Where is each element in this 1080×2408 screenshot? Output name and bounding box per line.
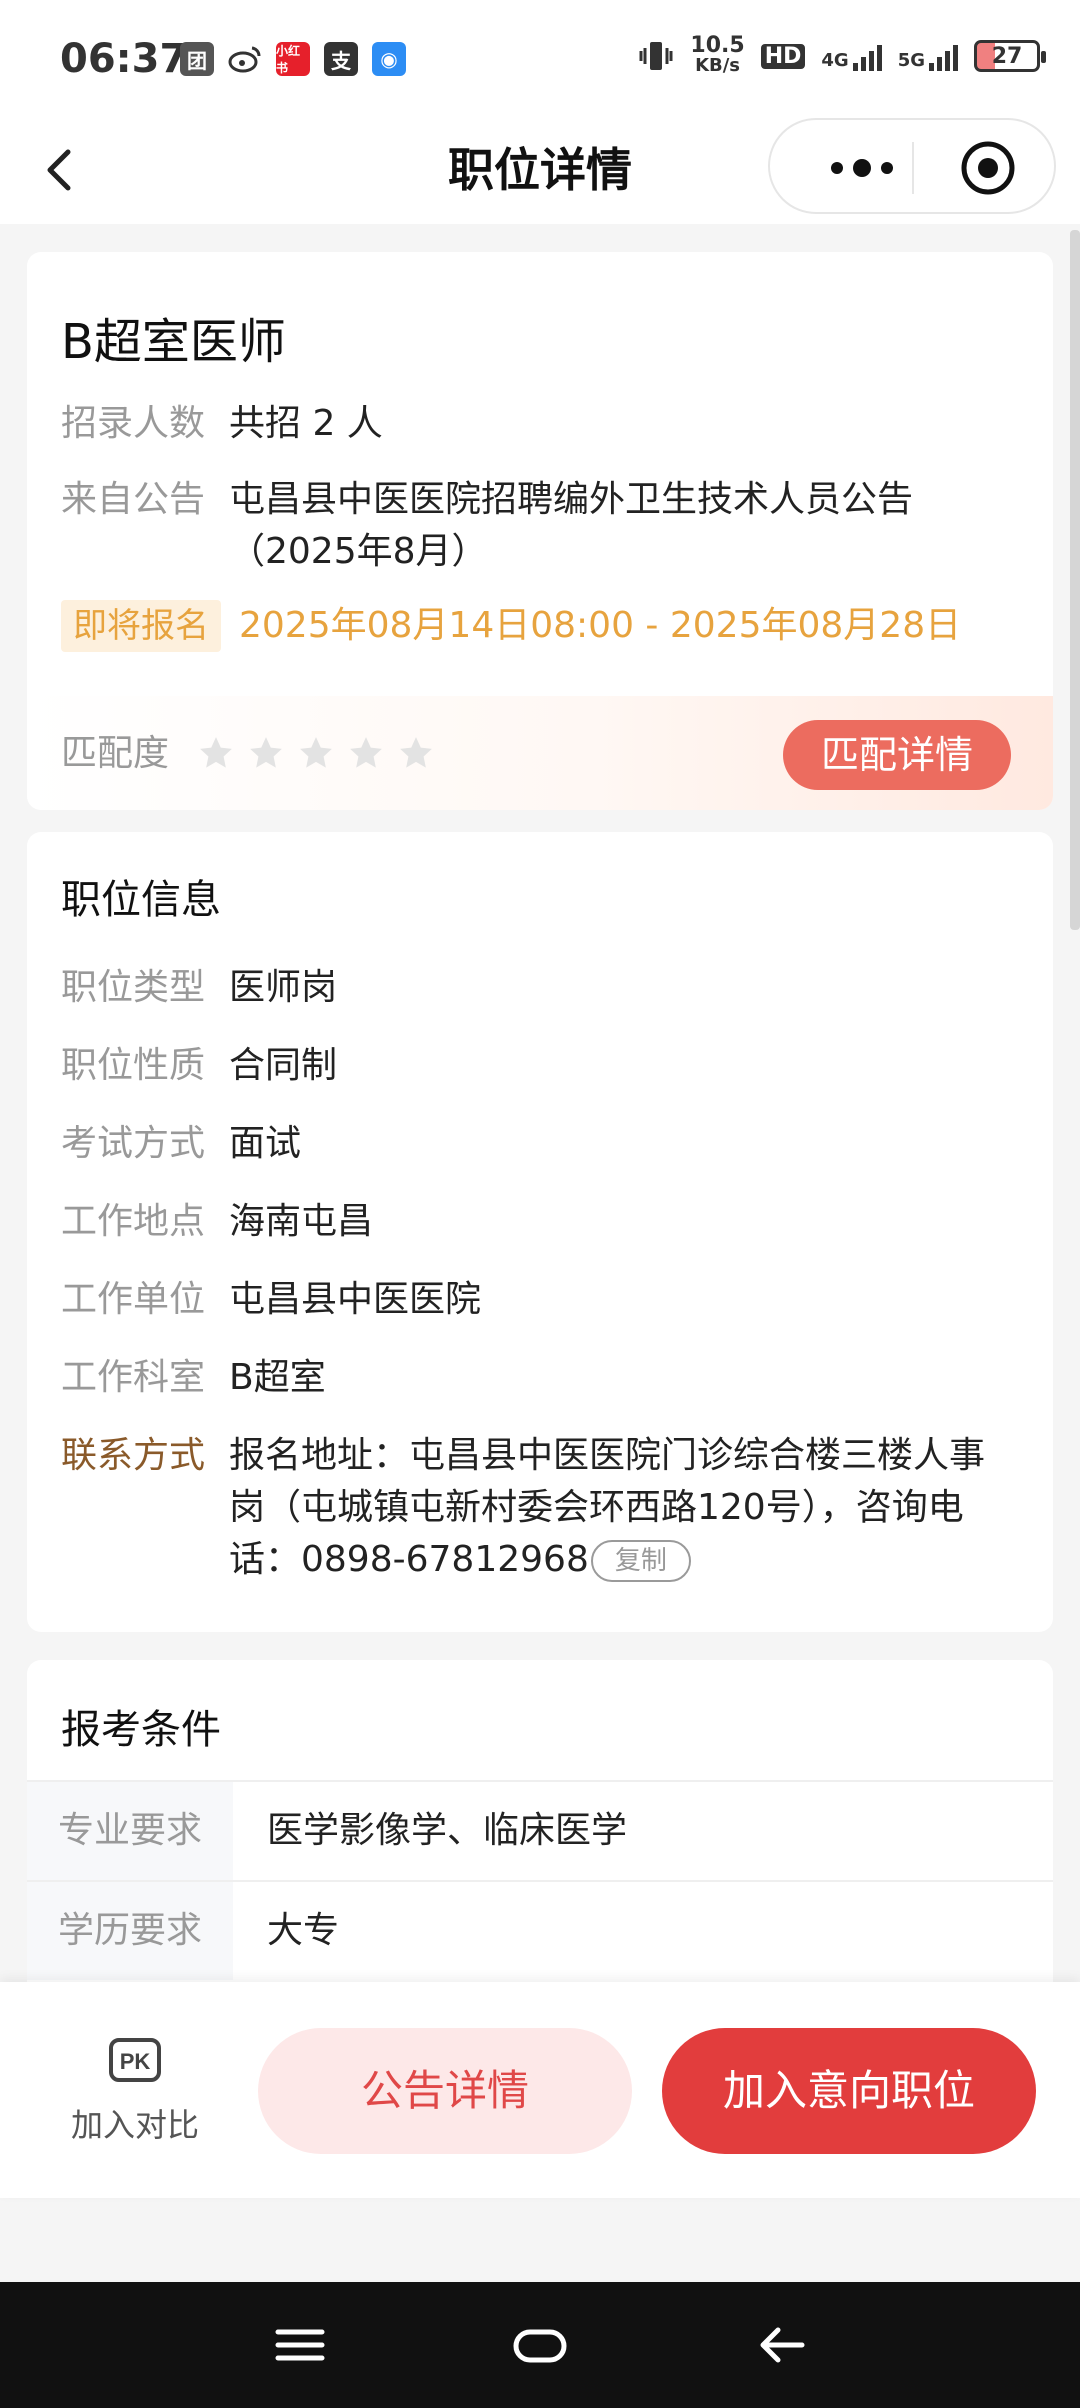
hd-indicator: HD	[760, 43, 806, 69]
table-row: 专业要求 医学影像学、临床医学	[27, 1780, 1053, 1880]
info-row-label: 工作单位	[61, 1279, 206, 1320]
add-compare-button[interactable]: PK 加入对比	[40, 2032, 230, 2152]
star-icon	[400, 737, 432, 768]
close-miniprogram-icon[interactable]	[960, 140, 1016, 196]
xiaohongshu-icon: 小红书	[276, 42, 310, 76]
alipay-icon: 支	[324, 42, 358, 76]
recruit-count-value: 共招 2 人	[229, 403, 383, 444]
job-summary-card: B超室医师 招录人数 共招 2 人 来自公告 屯昌县中医医院招聘编外卫生技术人员…	[27, 252, 1053, 810]
star-icon	[200, 737, 232, 768]
home-icon[interactable]	[510, 2318, 570, 2372]
location-app-icon: ◉	[372, 42, 406, 76]
info-row-value: 海南屯昌	[229, 1201, 374, 1242]
battery-indicator: 27	[974, 40, 1046, 72]
add-intent-position-button[interactable]: 加入意向职位	[662, 2028, 1036, 2154]
requirement-value: 医学影像学、临床医学	[267, 1810, 628, 1851]
sim1-signal: 4G	[821, 41, 882, 71]
svg-text:PK: PK	[120, 2049, 151, 2074]
status-time: 06:37	[60, 36, 188, 82]
info-row-value: B超室	[229, 1357, 326, 1398]
system-nav-bar	[0, 2282, 1080, 2408]
info-row-value: 合同制	[229, 1045, 338, 1086]
signup-period: 2025年08月14日08:00 - 2025年08月28日	[239, 605, 962, 646]
menu-icon[interactable]	[270, 2318, 330, 2372]
info-row-label: 考试方式	[61, 1123, 206, 1164]
capsule-divider	[912, 142, 914, 194]
requirement-label: 学历要求	[27, 1882, 233, 1980]
job-title: B超室医师	[61, 314, 286, 370]
status-bar: 06:37 团 小红书 支 ◉ 10.5 KB/s HD 4G 5G 27	[0, 0, 1080, 118]
star-icon	[300, 737, 332, 768]
table-row: 学历要求 大专	[27, 1880, 1053, 1980]
requirement-value: 大专	[267, 1910, 340, 1951]
app-icon-tuanyou: 团	[180, 42, 214, 76]
copy-button[interactable]: 复制	[590, 1540, 691, 1582]
info-row-value: 屯昌县中医医院	[229, 1279, 482, 1320]
contact-value-wrap: 报名地址：屯昌县中医医院门诊综合楼三楼人事岗（屯城镇屯新村委会环西路120号），…	[229, 1430, 999, 1586]
nav-bar: 职位详情	[0, 118, 1080, 224]
bottom-action-bar: PK 加入对比 公告详情 加入意向职位	[0, 1982, 1080, 2198]
star-icon	[350, 737, 382, 768]
match-bar: 匹配度 匹配详情	[27, 696, 1053, 810]
star-icon	[250, 737, 282, 768]
recruit-count-label: 招录人数	[61, 403, 206, 444]
status-indicators: 10.5 KB/s HD 4G 5G 27	[638, 33, 1046, 76]
scrollbar[interactable]	[1070, 230, 1080, 930]
requirements-title: 报考条件	[61, 1707, 221, 1753]
sim2-signal: 5G	[898, 41, 958, 71]
match-details-button[interactable]: 匹配详情	[783, 720, 1011, 790]
notice-details-button[interactable]: 公告详情	[258, 2028, 632, 2154]
position-info-title: 职位信息	[61, 877, 221, 923]
info-row-label: 职位类型	[61, 967, 206, 1008]
info-row-value: 面试	[229, 1123, 302, 1164]
info-row-label: 工作科室	[61, 1357, 206, 1398]
more-icon[interactable]	[810, 148, 914, 188]
back-nav-icon[interactable]	[752, 2318, 812, 2372]
source-notice-value[interactable]: 屯昌县中医医院招聘编外卫生技术人员公告（2025年8月）	[229, 474, 929, 578]
requirement-label: 专业要求	[27, 1782, 233, 1880]
position-info-card: 职位信息 职位类型 医师岗 职位性质 合同制 考试方式 面试 工作地点 海南屯昌…	[27, 832, 1053, 1632]
info-row-label: 工作地点	[61, 1201, 206, 1242]
status-badge: 即将报名	[61, 600, 221, 652]
pk-icon: PK	[109, 2038, 161, 2082]
status-app-icons: 团 小红书 支 ◉	[180, 42, 406, 76]
source-notice-label: 来自公告	[61, 479, 206, 520]
add-compare-label: 加入对比	[70, 2106, 199, 2144]
info-row-value: 医师岗	[229, 967, 338, 1008]
requirements-table: 专业要求 医学影像学、临床医学 学历要求 大专	[27, 1780, 1053, 1980]
contact-label: 联系方式	[61, 1435, 206, 1476]
match-stars	[197, 734, 435, 772]
miniprogram-capsule	[768, 118, 1056, 214]
net-speed: 10.5 KB/s	[690, 33, 745, 76]
vibrate-icon	[639, 42, 673, 70]
match-label: 匹配度	[61, 733, 170, 774]
info-row-label: 职位性质	[61, 1045, 206, 1086]
weibo-icon	[228, 42, 262, 76]
